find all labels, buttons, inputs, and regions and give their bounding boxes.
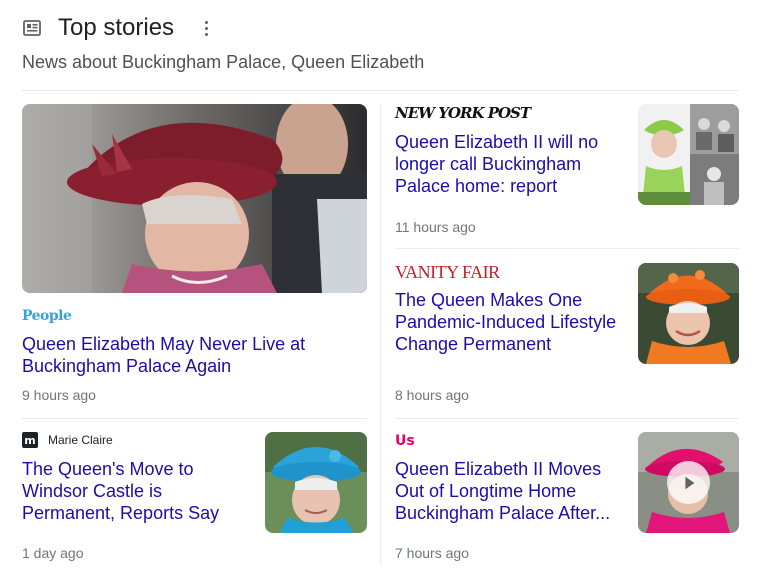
story-time: 8 hours ago [395,387,469,403]
play-icon[interactable] [667,461,710,504]
story-headline[interactable]: Queen Elizabeth II will no longer call B… [395,131,610,197]
story-time: 1 day ago [22,545,84,561]
divider [22,90,739,91]
story-card[interactable]: m Marie Claire The Queen's Move to Winds… [22,432,367,564]
source-logo: People [22,308,72,324]
story-time: 9 hours ago [22,387,96,403]
divider [22,418,367,419]
section-title: Top stories [58,14,175,41]
top-stories-header: Top stories [22,12,212,44]
divider [395,418,739,419]
story-headline[interactable]: The Queen Makes One Pandemic-Induced Lif… [395,289,625,355]
more-vert-icon[interactable] [200,16,212,40]
source-logo: Us [395,433,415,449]
story-card[interactable]: NEW YORK POST Queen Elizabeth II will no… [395,104,739,236]
divider [395,248,739,249]
column-divider [380,104,381,564]
story-thumbnail[interactable] [265,432,367,533]
section-subtitle: News about Buckingham Palace, Queen Eliz… [22,52,425,72]
marie-claire-logo-icon: m [22,432,38,448]
story-image[interactable] [22,104,367,293]
source-logo: m Marie Claire [22,432,113,448]
story-thumbnail[interactable] [638,263,739,364]
story-headline[interactable]: Queen Elizabeth May Never Live at Buckin… [22,333,322,377]
story-headline[interactable]: The Queen's Move to Windsor Castle is Pe… [22,458,232,524]
story-card[interactable]: People Queen Elizabeth May Never Live at… [22,104,367,409]
story-card[interactable]: VANITY FAIR The Queen Makes One Pandemic… [395,262,739,406]
story-thumbnail[interactable] [638,432,739,533]
source-logo: NEW YORK POST [395,104,531,122]
source-name: Marie Claire [48,433,113,447]
story-card[interactable]: Us Queen Elizabeth II Moves Out of Longt… [395,432,739,564]
newspaper-icon [23,20,41,36]
story-thumbnail[interactable] [638,104,739,205]
story-time: 11 hours ago [395,219,476,235]
story-headline[interactable]: Queen Elizabeth II Moves Out of Longtime… [395,458,620,524]
story-time: 7 hours ago [395,545,469,561]
source-logo: VANITY FAIR [395,262,500,282]
